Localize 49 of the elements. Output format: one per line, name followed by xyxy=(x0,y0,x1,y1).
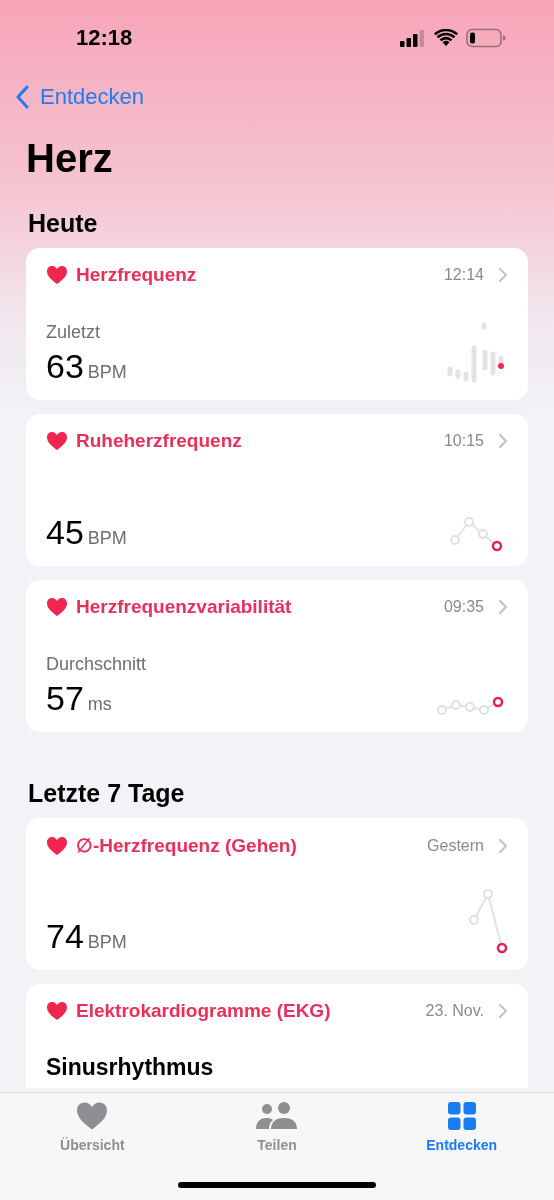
heart-value: 45 xyxy=(46,513,84,552)
sparkline-drawing xyxy=(466,886,508,956)
status-time: 12:18 xyxy=(76,25,133,51)
chevron-icon xyxy=(498,433,508,449)
grid-icon xyxy=(446,1101,477,1131)
value-unit: BPM xyxy=(87,362,127,383)
card-title: Herzfrequenz xyxy=(76,264,198,286)
card-title: Herzfrequenzvariabilität xyxy=(76,596,293,618)
result-text: Sinusrhythmus xyxy=(46,1054,215,1081)
chevron-icon xyxy=(498,1003,508,1019)
wifi-icon xyxy=(434,29,458,47)
heart-card[interactable]: Elektrokardiogramme (EKG) 23. Nov. Sinusrhythmus xyxy=(26,984,528,1088)
card-title: Ruheherzfrequenz xyxy=(76,430,243,452)
card-title: Elektrokardiogramme (EKG) xyxy=(76,1000,332,1022)
battery-icon xyxy=(466,28,506,48)
heart-icon xyxy=(46,431,68,451)
value-unit: BPM xyxy=(87,932,127,953)
chevron-icon xyxy=(498,267,508,283)
section-heading: Heute xyxy=(28,208,99,238)
card-time: 10:15 xyxy=(443,432,484,450)
card-time: 09:35 xyxy=(443,598,484,616)
section-heading: Letzte 7 Tage xyxy=(28,778,186,808)
heart-icon xyxy=(46,1001,68,1021)
heart-icon xyxy=(46,265,68,285)
people-icon xyxy=(256,1101,298,1131)
heart-value: 74 xyxy=(46,917,84,956)
value-label: Durchschnitt xyxy=(46,654,147,675)
card-time: 23. Nov. xyxy=(425,1002,484,1020)
heart-icon xyxy=(75,1101,110,1131)
back-chevron-icon xyxy=(16,85,30,109)
card-time: Gestern xyxy=(427,836,484,855)
heart-card[interactable]: Herzfrequenzvariabilität 09:35 Durchschnitt 57 ms xyxy=(26,580,528,732)
tab-item[interactable]: Entdecken xyxy=(369,1101,554,1153)
value-unit: BPM xyxy=(87,528,127,549)
page-title: Herz xyxy=(26,135,114,182)
heart-card[interactable]: Herzfrequenz 12:14 Zuletzt 63 BPM xyxy=(26,248,528,400)
chevron-icon xyxy=(498,837,508,854)
heart-card[interactable]: ∅-Herzfrequenz (Gehen) Gestern 74 BPM xyxy=(26,818,528,970)
heart-value: 57 xyxy=(46,679,84,718)
card-title: ∅-Herzfrequenz (Gehen) xyxy=(76,834,298,857)
chevron-icon xyxy=(498,599,508,615)
card-time: 12:14 xyxy=(443,266,484,284)
heart-icon xyxy=(46,835,68,856)
heart-icon xyxy=(46,597,68,617)
value-unit: ms xyxy=(87,694,112,715)
heart-value: 63 xyxy=(46,347,84,386)
value-label: Zuletzt xyxy=(46,322,102,343)
signal-icon xyxy=(400,29,426,47)
heart-card[interactable]: Ruheherzfrequenz 10:15 45 BPM xyxy=(26,414,528,566)
